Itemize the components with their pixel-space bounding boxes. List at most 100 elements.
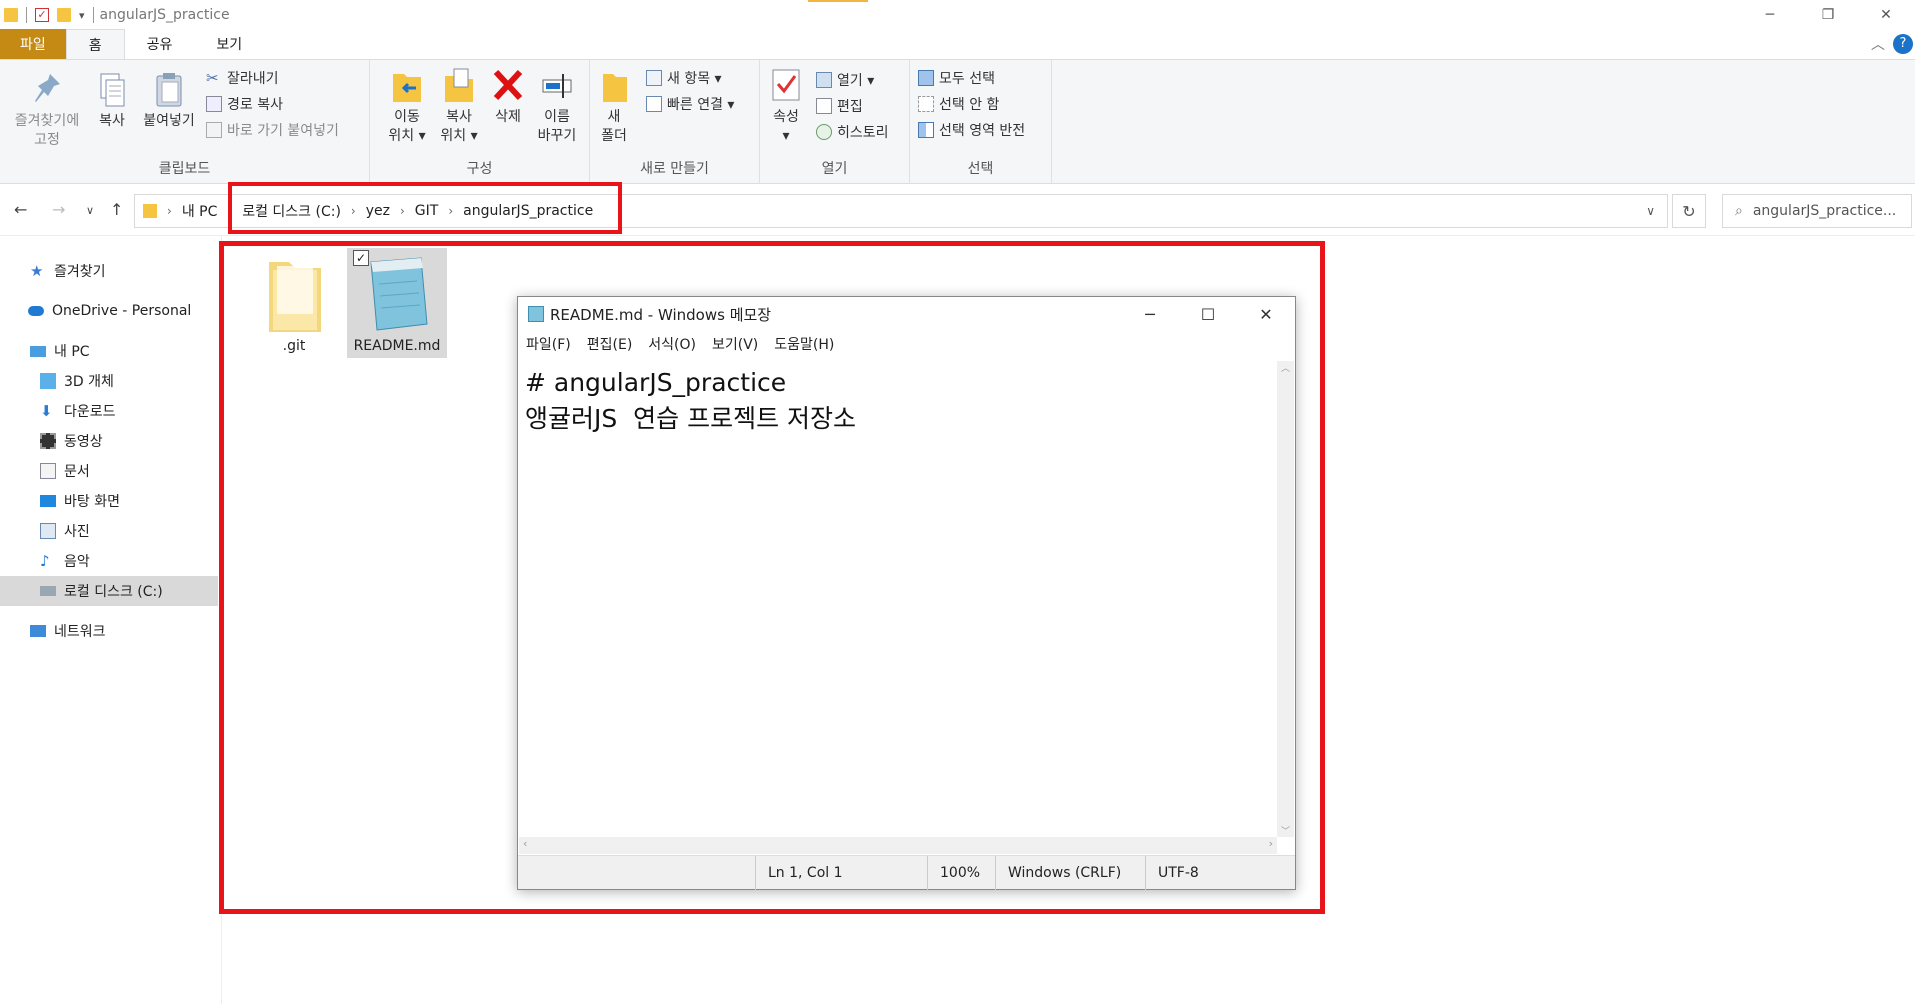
close-button[interactable]: ✕ bbox=[1857, 0, 1915, 30]
nav-item-local-disk[interactable]: 로컬 디스크 (C:) bbox=[0, 576, 218, 606]
nav-item-desktop[interactable]: 바탕 화면 bbox=[40, 486, 120, 516]
nav-item-music[interactable]: ♪ 음악 bbox=[40, 546, 90, 576]
breadcrumb-this-pc[interactable]: 내 PC bbox=[182, 201, 218, 221]
nav-item-network[interactable]: 네트워크 bbox=[30, 616, 106, 646]
open-icon bbox=[816, 72, 832, 88]
pin-quick-access-button[interactable]: 즐겨찾기에 고정 bbox=[6, 70, 88, 150]
notepad-text-area[interactable]: # angularJS_practice 앵귤러JS 연습 프로젝트 저장소 bbox=[519, 361, 1277, 831]
paste-shortcut-icon bbox=[206, 122, 222, 138]
copy-button[interactable]: 복사 bbox=[90, 70, 134, 131]
invert-selection-button[interactable]: 선택 영역 반전 bbox=[918, 120, 1025, 140]
pin-label-1: 즐겨찾기에 bbox=[14, 113, 80, 129]
status-encoding: UTF-8 bbox=[1145, 855, 1293, 890]
nav-item-documents[interactable]: 문서 bbox=[40, 456, 90, 486]
easy-access-button[interactable]: 빠른 연결 ▾ bbox=[646, 94, 734, 114]
up-icon[interactable]: ↑ bbox=[110, 200, 123, 219]
copy-path-button[interactable]: 경로 복사 bbox=[206, 94, 283, 114]
horizontal-scrollbar[interactable]: ‹ › bbox=[519, 837, 1277, 854]
refresh-button[interactable]: ↻ bbox=[1672, 194, 1706, 228]
menu-format[interactable]: 서식(O) bbox=[648, 334, 696, 354]
nav-item-3d-objects[interactable]: 3D 개체 bbox=[40, 366, 114, 396]
download-icon: ⬇ bbox=[40, 402, 53, 420]
minimize-button[interactable]: ─ bbox=[1741, 0, 1799, 30]
navigation-pane: ★ 즐겨찾기 OneDrive - Personal 내 PC 3D 개체 ⬇ … bbox=[0, 236, 222, 1004]
open-group-label: 열기 bbox=[821, 161, 848, 177]
nav-item-downloads[interactable]: ⬇ 다운로드 bbox=[40, 396, 116, 426]
nav-item-pictures[interactable]: 사진 bbox=[40, 516, 90, 546]
organize-group-label: 구성 bbox=[466, 161, 493, 177]
properties-button[interactable]: 속성 ▾ bbox=[764, 66, 808, 146]
vertical-scrollbar[interactable]: ︿ ﹀ bbox=[1277, 361, 1294, 837]
back-icon[interactable]: ← bbox=[14, 200, 27, 219]
menu-file[interactable]: 파일(F) bbox=[526, 334, 571, 354]
new-folder-label-1: 새 bbox=[607, 109, 621, 125]
edit-button[interactable]: 편집 bbox=[816, 96, 863, 116]
nav-label: 다운로드 bbox=[64, 404, 116, 420]
search-input[interactable]: ⌕ angularJS_practice... bbox=[1722, 194, 1912, 228]
new-folder-icon[interactable] bbox=[57, 8, 71, 22]
folder-icon bbox=[143, 204, 157, 218]
paste-button[interactable]: 붙여넣기 bbox=[136, 70, 202, 131]
nav-item-onedrive[interactable]: OneDrive - Personal bbox=[28, 296, 191, 326]
cube-icon bbox=[40, 373, 56, 389]
new-item-button[interactable]: 새 항목 ▾ bbox=[646, 68, 722, 88]
menu-edit[interactable]: 편집(E) bbox=[587, 334, 633, 354]
copy-to-label-2: 위치 ▾ bbox=[440, 128, 478, 144]
rename-button[interactable]: 이름 바꾸기 bbox=[530, 66, 584, 146]
invert-selection-icon bbox=[918, 122, 934, 138]
menu-view[interactable]: 보기(V) bbox=[712, 334, 758, 354]
tab-home[interactable]: 홈 bbox=[65, 29, 125, 59]
move-to-button[interactable]: 이동 위치 ▾ bbox=[382, 66, 432, 146]
ribbon-collapse-icon[interactable]: ︿ bbox=[1871, 34, 1885, 54]
move-to-label-1: 이동 bbox=[394, 109, 420, 125]
address-dropdown-icon[interactable]: ∨ bbox=[1646, 204, 1655, 218]
nav-label: 네트워크 bbox=[54, 624, 106, 640]
delete-button[interactable]: 삭제 bbox=[488, 66, 528, 127]
new-folder-label-2: 폴더 bbox=[601, 128, 627, 144]
help-icon[interactable]: ? bbox=[1893, 34, 1913, 54]
notepad-icon bbox=[528, 306, 544, 322]
properties-icon[interactable]: ✓ bbox=[35, 8, 49, 22]
status-spacer bbox=[518, 856, 755, 890]
scroll-right-icon[interactable]: › bbox=[1269, 837, 1273, 850]
select-all-button[interactable]: 모두 선택 bbox=[918, 68, 995, 88]
delete-label: 삭제 bbox=[495, 109, 521, 125]
chevron-right-icon[interactable]: › bbox=[167, 204, 172, 218]
paste-shortcut-button[interactable]: 바로 가기 붙여넣기 bbox=[206, 120, 339, 140]
restore-button[interactable]: ❐ bbox=[1799, 0, 1857, 30]
nav-label: 로컬 디스크 (C:) bbox=[64, 584, 163, 600]
select-none-icon bbox=[918, 96, 934, 112]
notepad-minimize-button[interactable]: ─ bbox=[1121, 297, 1179, 331]
forward-icon[interactable]: → bbox=[52, 200, 65, 219]
scroll-up-icon[interactable]: ︿ bbox=[1281, 361, 1290, 374]
nav-item-quick-access[interactable]: ★ 즐겨찾기 bbox=[30, 256, 106, 286]
tab-share[interactable]: 공유 bbox=[125, 29, 195, 59]
nav-item-this-pc[interactable]: 내 PC bbox=[30, 336, 90, 366]
customize-toolbar-icon[interactable]: ▾ bbox=[79, 9, 85, 22]
copy-icon bbox=[100, 73, 125, 107]
nav-label: 동영상 bbox=[64, 434, 103, 450]
history-button[interactable]: 히스토리 bbox=[816, 122, 889, 142]
cut-button[interactable]: ✂ 잘라내기 bbox=[206, 68, 279, 88]
copy-path-icon bbox=[206, 96, 222, 112]
select-none-button[interactable]: 선택 안 함 bbox=[918, 94, 999, 114]
new-folder-button[interactable]: 새 폴더 bbox=[594, 66, 634, 146]
nav-item-videos[interactable]: 동영상 bbox=[40, 426, 103, 456]
scroll-down-icon[interactable]: ﹀ bbox=[1281, 824, 1290, 837]
notepad-close-button[interactable]: ✕ bbox=[1237, 297, 1295, 331]
picture-icon bbox=[40, 523, 56, 539]
tab-view[interactable]: 보기 bbox=[194, 29, 264, 59]
notepad-maximize-button[interactable]: ☐ bbox=[1179, 297, 1237, 331]
recent-locations-icon[interactable]: ∨ bbox=[86, 204, 94, 217]
move-to-icon bbox=[393, 74, 421, 102]
open-label: 열기 ▾ bbox=[837, 73, 875, 89]
open-button[interactable]: 열기 ▾ bbox=[816, 70, 874, 90]
tab-file[interactable]: 파일 bbox=[0, 29, 66, 59]
folder-icon[interactable] bbox=[4, 8, 18, 22]
invert-selection-label: 선택 영역 반전 bbox=[939, 123, 1026, 139]
text-line: # angularJS_practice bbox=[525, 368, 787, 397]
copy-to-button[interactable]: 복사 위치 ▾ bbox=[434, 66, 484, 146]
scroll-left-icon[interactable]: ‹ bbox=[523, 837, 527, 850]
new-group-label: 새로 만들기 bbox=[640, 161, 709, 177]
menu-help[interactable]: 도움말(H) bbox=[774, 334, 834, 354]
